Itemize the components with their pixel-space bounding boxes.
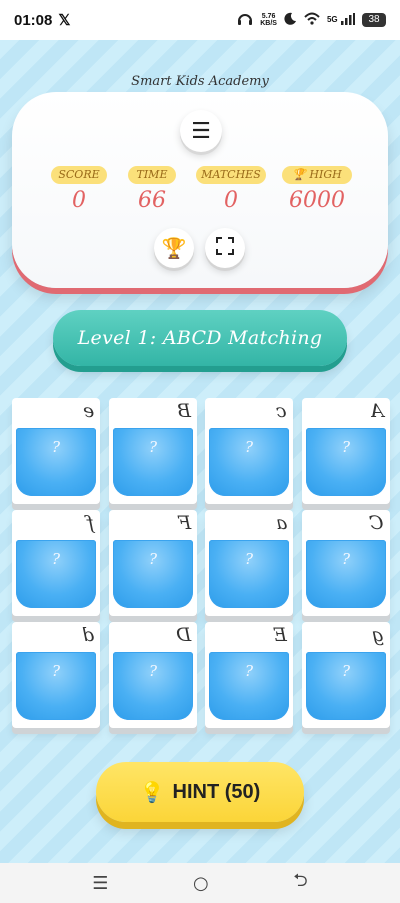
recent-apps-icon[interactable]: ☰: [92, 873, 108, 894]
high-score-value: 6000: [289, 188, 345, 213]
card-cup: ?: [209, 540, 289, 608]
wifi-icon: [304, 12, 320, 28]
card-letter: D: [175, 624, 191, 646]
card-cup: ?: [306, 540, 386, 608]
card-cup: ?: [113, 540, 193, 608]
card-letter: A: [370, 400, 384, 422]
card-letter: c: [276, 400, 287, 422]
card-hidden-mark: ?: [148, 438, 158, 456]
memory-card[interactable]: c ?: [205, 398, 293, 504]
card-cup: ?: [209, 652, 289, 720]
memory-card[interactable]: B ?: [109, 398, 197, 504]
system-nav-bar: ☰ ○ ⮌: [0, 863, 400, 903]
memory-card[interactable]: F ?: [109, 510, 197, 616]
matches-label: MATCHES: [196, 166, 266, 184]
memory-card[interactable]: D ?: [109, 622, 197, 728]
card-letter: f: [86, 512, 94, 534]
memory-card[interactable]: g ?: [302, 622, 390, 728]
memory-card[interactable]: E ?: [205, 622, 293, 728]
moon-icon: [284, 12, 297, 28]
net-speed-unit: KB/S: [260, 20, 277, 27]
network-type: 5G: [326, 14, 338, 24]
card-cup: ?: [306, 652, 386, 720]
card-letter: d: [81, 624, 94, 646]
memory-card[interactable]: e ?: [12, 398, 100, 504]
menu-button[interactable]: ☰: [180, 110, 222, 152]
card-cup: ?: [16, 428, 96, 496]
card-letter: e: [82, 400, 94, 422]
headphones-icon: [237, 12, 253, 29]
card-hidden-mark: ?: [51, 438, 61, 456]
hint-label: HINT (50): [172, 780, 261, 803]
card-cup: ?: [16, 540, 96, 608]
card-letter: F: [177, 512, 191, 534]
fullscreen-button[interactable]: [205, 228, 245, 268]
hint-button[interactable]: 💡 HINT (50): [96, 762, 304, 822]
time-label: TIME: [128, 166, 176, 184]
net-speed: 5.76 KB/S: [260, 13, 277, 27]
card-cup: ?: [113, 428, 193, 496]
academy-title: Smart Kids Academy: [131, 74, 269, 89]
card-hidden-mark: ?: [341, 550, 351, 568]
memory-card[interactable]: A ?: [302, 398, 390, 504]
x-logo-icon: 𝕏: [58, 12, 71, 29]
status-bar: 01:08 𝕏 5.76 KB/S 5G 38: [0, 0, 400, 40]
time-value: 66: [138, 188, 166, 213]
fullscreen-icon: [216, 236, 234, 260]
memory-card[interactable]: a ?: [205, 510, 293, 616]
card-letter: B: [177, 400, 191, 422]
home-icon[interactable]: ○: [193, 873, 209, 894]
card-cup: ?: [306, 428, 386, 496]
card-letter: g: [371, 624, 384, 646]
score-label: SCORE: [51, 166, 107, 184]
matches-value: 0: [224, 188, 238, 213]
high-score-label: 🏆 HIGH: [282, 166, 352, 184]
card-hidden-mark: ?: [51, 550, 61, 568]
signal-bars-icon: [341, 12, 355, 25]
card-hidden-mark: ?: [341, 662, 351, 680]
card-hidden-mark: ?: [148, 662, 158, 680]
battery-icon: 38: [362, 13, 386, 27]
card-letter: E: [273, 624, 287, 646]
card-hidden-mark: ?: [244, 438, 254, 456]
card-hidden-mark: ?: [341, 438, 351, 456]
card-hidden-mark: ?: [148, 550, 158, 568]
card-cup: ?: [209, 428, 289, 496]
trophy-icon: 🏆: [161, 236, 187, 260]
memory-card[interactable]: C ?: [302, 510, 390, 616]
lightbulb-icon: 💡: [139, 781, 165, 804]
signal-indicator: 5G: [326, 12, 355, 28]
score-value: 0: [72, 188, 86, 213]
card-letter: a: [275, 512, 287, 534]
status-icons: 5.76 KB/S 5G 38: [237, 12, 386, 29]
card-hidden-mark: ?: [244, 662, 254, 680]
trophy-button[interactable]: 🏆: [154, 228, 194, 268]
card-hidden-mark: ?: [51, 662, 61, 680]
back-icon[interactable]: ⮌: [293, 868, 307, 898]
memory-card[interactable]: d ?: [12, 622, 100, 728]
memory-card[interactable]: f ?: [12, 510, 100, 616]
net-speed-value: 5.76: [261, 13, 276, 20]
menu-icon: ☰: [191, 118, 211, 144]
status-time: 01:08: [14, 11, 53, 29]
card-letter: C: [369, 512, 384, 534]
card-cup: ?: [16, 652, 96, 720]
level-banner: Level 1: ABCD Matching: [53, 310, 347, 366]
card-cup: ?: [113, 652, 193, 720]
card-hidden-mark: ?: [244, 550, 254, 568]
